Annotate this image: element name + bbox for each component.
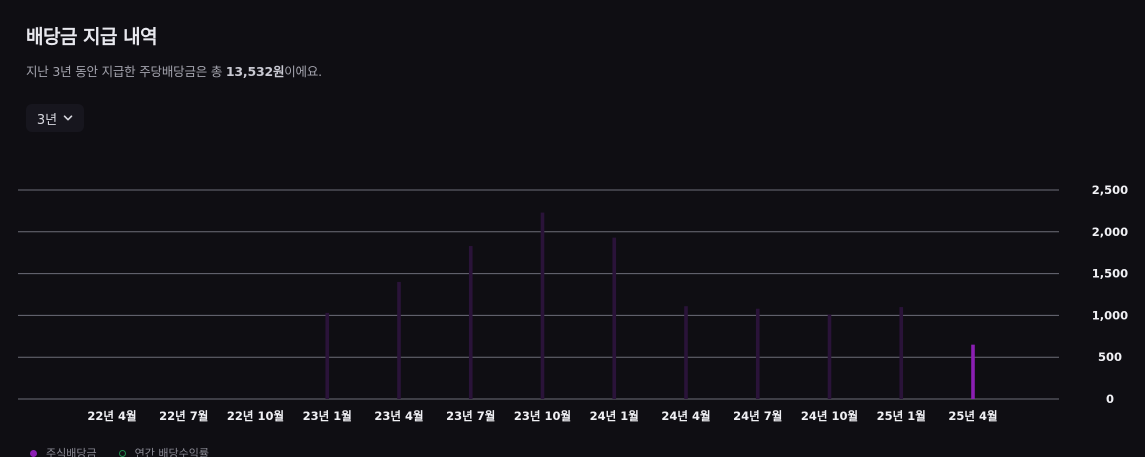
bar [468, 246, 473, 399]
y-tick-label: 2,500 [1092, 183, 1128, 197]
y-tick-label: 2,000 [1092, 225, 1128, 239]
y-tick-label: 1,000 [1092, 308, 1128, 322]
bar [397, 281, 401, 399]
y-tick-label: 500 [1098, 350, 1122, 364]
bar [325, 312, 330, 399]
dividend-history-page: 배당금 지급 내역 지난 3년 동안 지급한 주당배당금은 총 13,532원이… [0, 0, 1145, 457]
bar [971, 344, 975, 399]
dividend-dot-icon [30, 449, 37, 457]
bar [899, 307, 904, 399]
x-tick-label: 22년 4월 [87, 409, 136, 423]
chart-legend: 주식배당금 연간 배당수익률 [30, 445, 209, 457]
x-tick-label: 24년 4월 [661, 409, 710, 423]
x-tick-label: 25년 1월 [877, 409, 926, 423]
bar [684, 306, 688, 399]
legend-label-yield: 연간 배당수익률 [134, 447, 209, 457]
x-tick-label: 24년 7월 [733, 409, 782, 423]
x-tick-label: 24년 10월 [801, 409, 858, 423]
yield-ring-icon [118, 449, 126, 457]
bar [540, 212, 545, 399]
legend-item-yield[interactable]: 연간 배당수익률 [118, 445, 209, 457]
dividend-bar-chart: 0 500 1,000 1,500 2,000 2,500 22년 4월 22년 7월 22년 … [18, 183, 1128, 423]
x-tick-label: 24년 1월 [590, 409, 639, 423]
x-tick-label: 22년 7월 [159, 409, 208, 423]
y-tick-label: 1,500 [1092, 267, 1128, 281]
legend-label-dividend: 주식배당금 [46, 447, 97, 457]
x-tick-label: 23년 1월 [303, 409, 352, 423]
x-tick-label: 23년 7월 [446, 409, 495, 423]
x-tick-label: 25년 4월 [948, 409, 997, 423]
bar [755, 308, 760, 399]
bar [827, 314, 832, 399]
x-tick-label: 23년 4월 [374, 409, 423, 423]
bar [612, 237, 617, 399]
y-tick-label: 0 [1106, 392, 1114, 406]
x-tick-label: 23년 10월 [514, 409, 571, 423]
x-tick-label: 22년 10월 [227, 409, 284, 423]
legend-item-dividend[interactable]: 주식배당금 [30, 445, 97, 457]
